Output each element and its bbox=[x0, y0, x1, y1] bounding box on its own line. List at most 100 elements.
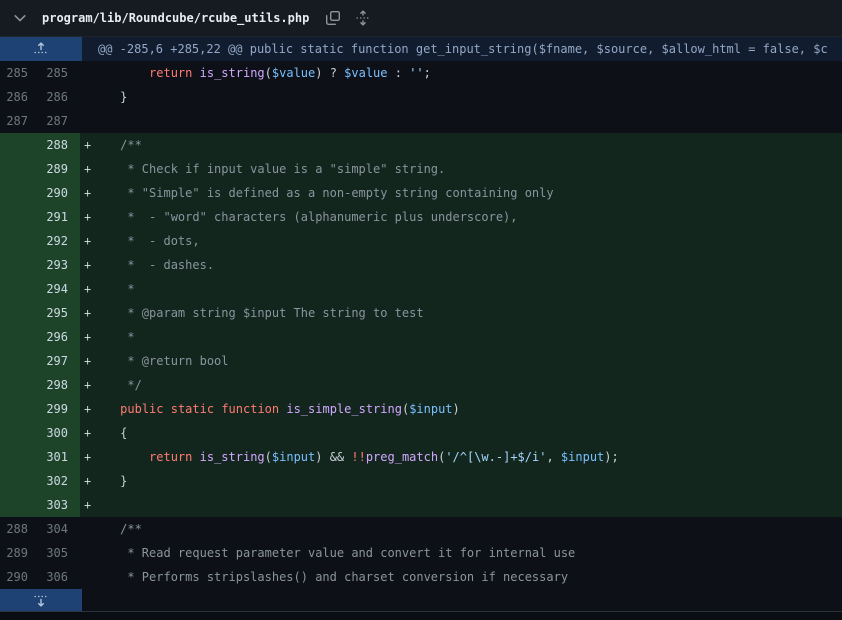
code-token: ( bbox=[265, 66, 272, 80]
code-token: * - dashes. bbox=[91, 258, 214, 272]
collapse-file-button[interactable] bbox=[10, 8, 30, 28]
code-line: + * Check if input value is a "simple" s… bbox=[80, 157, 842, 181]
diff-marker bbox=[84, 114, 91, 128]
diff-row: 300+ { bbox=[0, 421, 842, 445]
expand-row-filler bbox=[82, 589, 842, 611]
diff-viewer: program/lib/Roundcube/rcube_utils.php bbox=[0, 0, 842, 620]
old-line-number[interactable] bbox=[0, 469, 40, 493]
old-line-number[interactable]: 285 bbox=[0, 61, 40, 85]
new-line-number[interactable]: 291 bbox=[40, 205, 80, 229]
old-line-number[interactable] bbox=[0, 133, 40, 157]
expand-bottom-row bbox=[0, 589, 842, 611]
code-token: , bbox=[546, 450, 560, 464]
code-line: + */ bbox=[80, 373, 842, 397]
old-line-number[interactable] bbox=[0, 445, 40, 469]
code-token: : bbox=[388, 66, 410, 80]
new-line-number[interactable]: 289 bbox=[40, 157, 80, 181]
diff-row: 285285 return is_string($value) ? $value… bbox=[0, 61, 842, 85]
code-token: * @param string $input The string to tes… bbox=[91, 306, 423, 320]
file-path[interactable]: program/lib/Roundcube/rcube_utils.php bbox=[42, 11, 309, 25]
expand-down-button[interactable] bbox=[0, 589, 82, 611]
code-token: /** bbox=[91, 138, 142, 152]
new-line-number[interactable]: 299 bbox=[40, 397, 80, 421]
old-line-number[interactable]: 287 bbox=[0, 109, 40, 133]
expand-all-hunks-button[interactable] bbox=[353, 8, 373, 28]
file-header: program/lib/Roundcube/rcube_utils.php bbox=[0, 0, 842, 37]
code-line bbox=[80, 109, 842, 133]
new-line-number[interactable]: 290 bbox=[40, 181, 80, 205]
new-line-number[interactable]: 285 bbox=[40, 61, 80, 85]
old-line-number[interactable]: 288 bbox=[0, 517, 40, 541]
code-line: } bbox=[80, 85, 842, 109]
new-line-number[interactable]: 301 bbox=[40, 445, 80, 469]
new-line-number[interactable]: 295 bbox=[40, 301, 80, 325]
diff-row: 288304 /** bbox=[0, 517, 842, 541]
old-line-number[interactable] bbox=[0, 229, 40, 253]
code-token: * - dots, bbox=[91, 234, 199, 248]
new-line-number[interactable]: 293 bbox=[40, 253, 80, 277]
code-token: * bbox=[91, 330, 134, 344]
code-line: + * @param string $input The string to t… bbox=[80, 301, 842, 325]
new-line-number[interactable]: 298 bbox=[40, 373, 80, 397]
code-token: { bbox=[91, 426, 127, 440]
code-token: return bbox=[149, 66, 192, 80]
code-line: + * - "word" characters (alphanumeric pl… bbox=[80, 205, 842, 229]
code-line: + public static function is_simple_strin… bbox=[80, 397, 842, 421]
new-line-number[interactable]: 304 bbox=[40, 517, 80, 541]
code-token: * bbox=[91, 282, 134, 296]
hunk-header-row: @@ -285,6 +285,22 @@ public static funct… bbox=[0, 37, 842, 61]
new-line-number[interactable]: 286 bbox=[40, 85, 80, 109]
code-token: return bbox=[149, 450, 192, 464]
old-line-number[interactable] bbox=[0, 373, 40, 397]
old-line-number[interactable]: 290 bbox=[0, 565, 40, 589]
old-line-number[interactable] bbox=[0, 205, 40, 229]
code-token bbox=[91, 402, 120, 416]
old-line-number[interactable]: 289 bbox=[0, 541, 40, 565]
new-line-number[interactable]: 303 bbox=[40, 493, 80, 517]
new-line-number[interactable]: 300 bbox=[40, 421, 80, 445]
code-line: + bbox=[80, 493, 842, 517]
diff-row: 290+ * "Simple" is defined as a non-empt… bbox=[0, 181, 842, 205]
diff-rows: 285285 return is_string($value) ? $value… bbox=[0, 61, 842, 589]
old-line-number[interactable] bbox=[0, 253, 40, 277]
code-token: ) && bbox=[315, 450, 351, 464]
code-token: * Performs stripslashes() and charset co… bbox=[91, 570, 568, 584]
new-line-number[interactable]: 302 bbox=[40, 469, 80, 493]
new-line-number[interactable]: 305 bbox=[40, 541, 80, 565]
code-token bbox=[91, 66, 149, 80]
diff-row: 299+ public static function is_simple_st… bbox=[0, 397, 842, 421]
new-line-number[interactable]: 306 bbox=[40, 565, 80, 589]
old-line-number[interactable] bbox=[0, 325, 40, 349]
old-line-number[interactable] bbox=[0, 277, 40, 301]
new-line-number[interactable]: 294 bbox=[40, 277, 80, 301]
new-line-number[interactable]: 296 bbox=[40, 325, 80, 349]
code-token: ) bbox=[453, 402, 460, 416]
code-line: + * bbox=[80, 325, 842, 349]
new-line-number[interactable]: 287 bbox=[40, 109, 80, 133]
code-token bbox=[192, 450, 199, 464]
code-line: * Performs stripslashes() and charset co… bbox=[80, 565, 842, 589]
diff-row: 296+ * bbox=[0, 325, 842, 349]
diff-row: 287287 bbox=[0, 109, 842, 133]
code-token: is_string bbox=[200, 66, 265, 80]
code-line: /** bbox=[80, 517, 842, 541]
code-token: * "Simple" is defined as a non-empty str… bbox=[91, 186, 553, 200]
code-token: function bbox=[221, 402, 279, 416]
old-line-number[interactable] bbox=[0, 349, 40, 373]
new-line-number[interactable]: 292 bbox=[40, 229, 80, 253]
old-line-number[interactable] bbox=[0, 397, 40, 421]
expand-up-button[interactable] bbox=[0, 37, 82, 61]
diff-row: 301+ return is_string($input) && !!preg_… bbox=[0, 445, 842, 469]
copy-path-button[interactable] bbox=[323, 8, 343, 28]
old-line-number[interactable] bbox=[0, 157, 40, 181]
code-token: * Check if input value is a "simple" str… bbox=[91, 162, 445, 176]
old-line-number[interactable] bbox=[0, 181, 40, 205]
old-line-number[interactable] bbox=[0, 493, 40, 517]
old-line-number[interactable] bbox=[0, 421, 40, 445]
new-line-number[interactable]: 297 bbox=[40, 349, 80, 373]
new-line-number[interactable]: 288 bbox=[40, 133, 80, 157]
code-token: } bbox=[91, 90, 127, 104]
diff-row: 293+ * - dashes. bbox=[0, 253, 842, 277]
old-line-number[interactable] bbox=[0, 301, 40, 325]
old-line-number[interactable]: 286 bbox=[0, 85, 40, 109]
